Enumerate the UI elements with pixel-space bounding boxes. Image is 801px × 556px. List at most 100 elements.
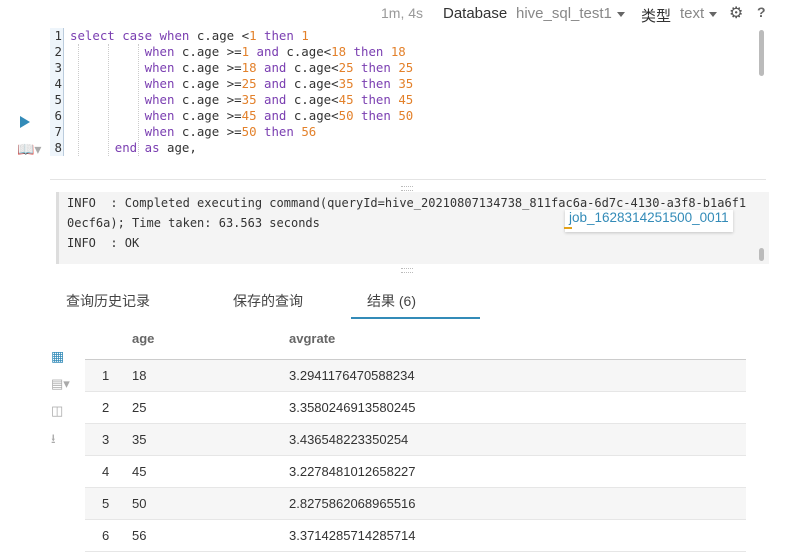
line-number: 1 <box>50 28 64 44</box>
tab-saved-queries[interactable]: 保存的查询 <box>233 291 303 311</box>
grid-icon[interactable]: ▦ <box>51 348 64 365</box>
code-line[interactable]: 6 when c.age >=45 and c.age<50 then 50 <box>50 108 413 124</box>
editor-scrollbar[interactable] <box>759 30 764 76</box>
type-label: 类型 <box>641 8 672 25</box>
code-token: 45 <box>398 92 414 107</box>
row-number: 4 <box>102 464 110 479</box>
chevron-down-icon <box>616 11 625 17</box>
code-token: case <box>122 28 160 43</box>
tab-results[interactable]: 结果 (6) <box>367 291 416 311</box>
row-number: 3 <box>102 432 110 447</box>
code-token: 18 <box>390 44 406 59</box>
table-cell: 45 <box>132 464 147 479</box>
resize-handle[interactable] <box>401 186 413 191</box>
code-token: 25 <box>398 60 414 75</box>
table-row[interactable]: 5 50 2.8275862068965516 <box>85 488 746 520</box>
code-token: 25 <box>338 60 361 75</box>
download-icon[interactable]: ⭳ <box>51 430 56 452</box>
help-icon[interactable]: ? <box>757 4 766 20</box>
code-token: 50 <box>398 108 414 123</box>
table-cell: 50 <box>132 496 147 511</box>
code-token: then <box>264 28 302 43</box>
code-token: 1 <box>249 28 264 43</box>
code-token: >= <box>226 76 242 91</box>
code-token: then <box>361 92 399 107</box>
row-number: 2 <box>102 400 110 415</box>
log-line: 0ecf6a); Time taken: 63.563 seconds <box>67 216 320 230</box>
table-row[interactable]: 2 25 3.3580246913580245 <box>85 392 746 424</box>
code-token: 50 <box>241 124 264 139</box>
editor-divider <box>50 179 766 180</box>
table-cell: 25 <box>132 400 147 415</box>
code-token: and <box>264 92 294 107</box>
gear-icon[interactable]: ⚙ <box>729 3 743 23</box>
code-token: when <box>144 124 182 139</box>
code-token: then <box>361 60 399 75</box>
bar-chart-icon[interactable]: ▤▾ <box>51 376 70 392</box>
code-token: when <box>144 44 182 59</box>
row-number: 6 <box>102 528 110 543</box>
code-token: when <box>144 108 182 123</box>
table-row[interactable]: 6 56 3.3714285714285714 <box>85 520 746 552</box>
type-select[interactable]: text <box>680 5 718 22</box>
row-number: 5 <box>102 496 110 511</box>
table-row[interactable]: 4 45 3.2278481012658227 <box>85 456 746 488</box>
code-token: 1 <box>301 28 309 43</box>
book-icon[interactable]: 📖▾ <box>17 141 41 158</box>
code-token: age, <box>167 140 197 155</box>
line-number: 5 <box>50 92 64 108</box>
job-link[interactable]: job_1628314251500_0011 <box>565 210 733 232</box>
code-token: 18 <box>331 44 354 59</box>
code-token: c.age <box>181 124 227 139</box>
line-number: 3 <box>50 60 64 76</box>
code-line[interactable]: 7 when c.age >=50 then 56 <box>50 124 316 140</box>
active-tab-indicator <box>351 317 480 319</box>
code-line[interactable]: 2 when c.age >=1 and c.age<18 then 18 <box>50 44 406 60</box>
column-header-age[interactable]: age <box>132 331 154 346</box>
table-cell: 3.436548223350254 <box>289 432 409 447</box>
code-token: when <box>144 60 182 75</box>
table-cell: 3.2941176470588234 <box>289 368 415 383</box>
code-token: c.age <box>196 28 242 43</box>
code-token: c.age< <box>286 44 332 59</box>
code-token: c.age <box>181 44 227 59</box>
code-token: then <box>264 124 302 139</box>
code-line[interactable]: 4 when c.age >=25 and c.age<35 then 35 <box>50 76 413 92</box>
code-line[interactable]: 8 end as age, <box>50 140 197 156</box>
resize-handle[interactable] <box>401 268 413 273</box>
code-token: c.age <box>181 76 227 91</box>
database-label: Database <box>443 5 508 22</box>
row-number: 1 <box>102 368 110 383</box>
code-token: 45 <box>241 108 264 123</box>
code-token: and <box>264 60 294 75</box>
code-token: >= <box>226 124 242 139</box>
table-row[interactable]: 1 18 3.2941176470588234 <box>85 360 746 392</box>
code-line[interactable]: 3 when c.age >=18 and c.age<25 then 25 <box>50 60 413 76</box>
code-token: c.age <box>181 60 227 75</box>
code-token: c.age< <box>293 60 339 75</box>
code-line[interactable]: 5 when c.age >=35 and c.age<45 then 45 <box>50 92 413 108</box>
tab-query-history[interactable]: 查询历史记录 <box>66 291 150 311</box>
code-line[interactable]: 1 select case when c.age <1 then 1 <box>50 28 309 44</box>
log-scrollbar[interactable] <box>759 248 764 261</box>
code-token: >= <box>226 108 242 123</box>
column-header-avgrate[interactable]: avgrate <box>289 331 335 346</box>
chevron-down-icon <box>709 11 718 17</box>
table-cell: 3.3714285714285714 <box>289 528 416 543</box>
code-token: >= <box>226 44 242 59</box>
code-token: and <box>264 108 294 123</box>
indent-guide <box>78 44 80 156</box>
code-token: 35 <box>241 92 264 107</box>
columns-icon[interactable]: ◫ <box>51 403 63 419</box>
database-select[interactable]: hive_sql_test1 <box>516 5 625 22</box>
code-token: as <box>144 140 167 155</box>
sql-editor[interactable]: 1 select case when c.age <1 then 12 when … <box>50 28 757 158</box>
table-row[interactable]: 3 35 3.436548223350254 <box>85 424 746 456</box>
code-token: when <box>144 76 182 91</box>
line-number: 2 <box>50 44 64 60</box>
table-cell: 3.2278481012658227 <box>289 464 416 479</box>
run-query-icon[interactable] <box>20 116 30 128</box>
code-token: 45 <box>338 92 361 107</box>
code-token: >= <box>226 60 242 75</box>
table-cell: 2.8275862068965516 <box>289 496 416 511</box>
